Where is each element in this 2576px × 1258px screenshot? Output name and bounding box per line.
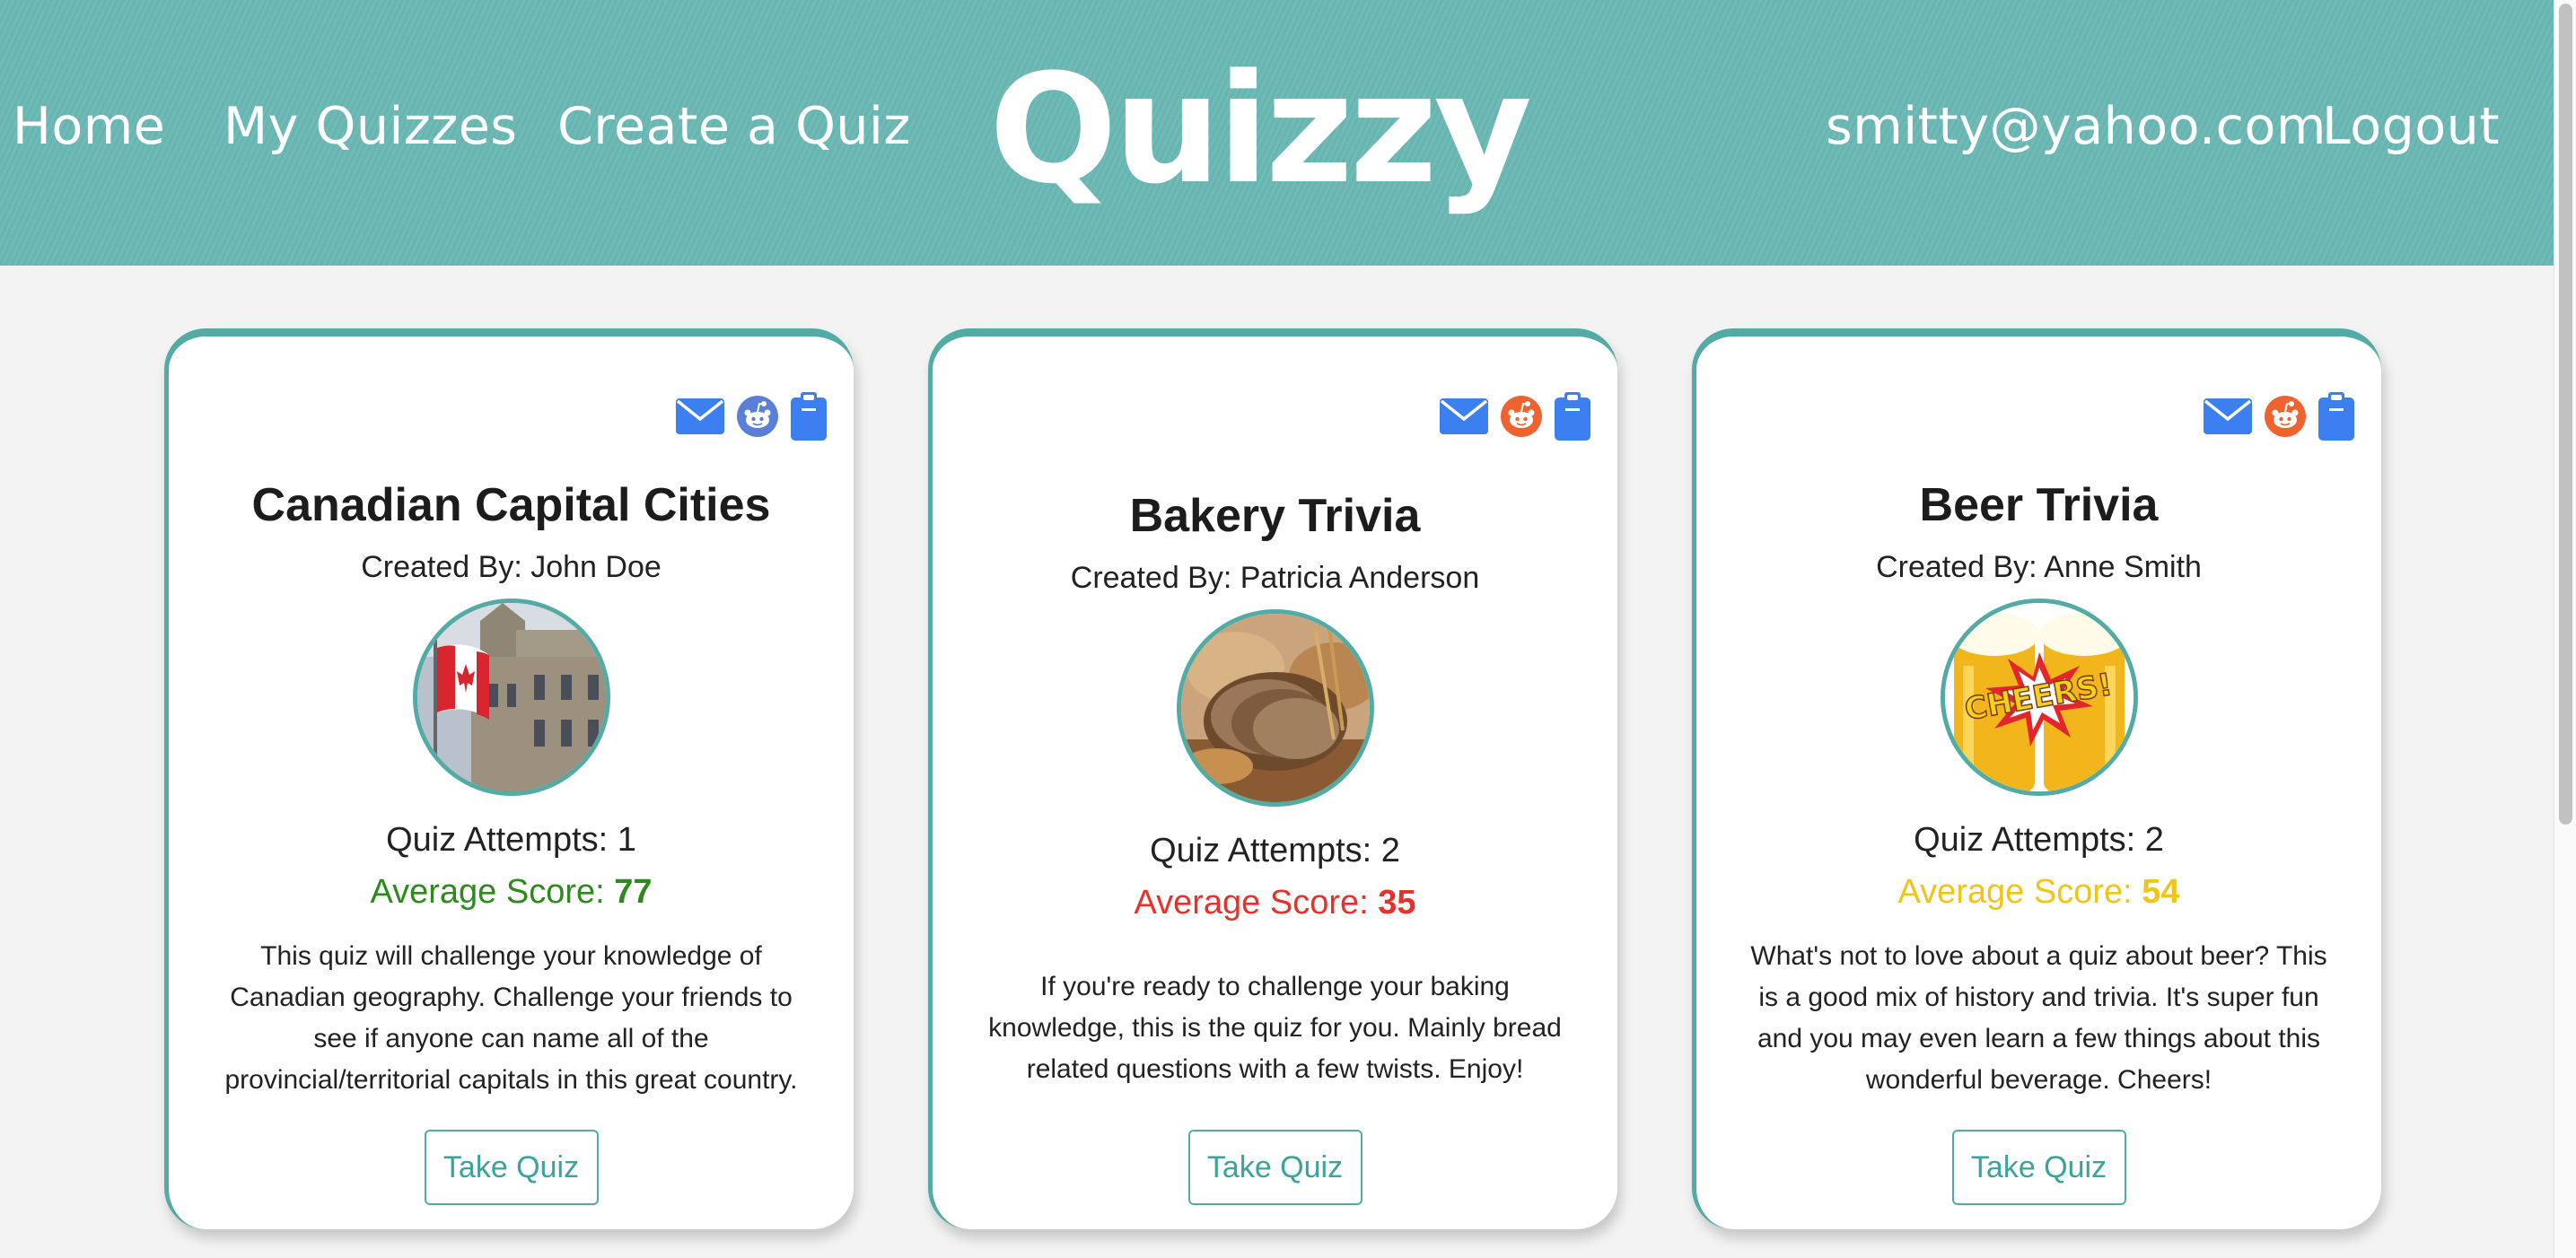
quiz-card: Canadian Capital Cities Created By: John… xyxy=(164,328,854,1229)
email-share-icon[interactable] xyxy=(2204,398,2252,434)
average-score-value: 35 xyxy=(1378,884,1416,922)
quiz-attempts: Quiz Attempts: 1 xyxy=(386,821,636,859)
reddit-share-icon[interactable] xyxy=(1501,396,1542,437)
quiz-image xyxy=(412,598,610,796)
clipboard-copy-icon[interactable] xyxy=(1555,392,1590,441)
quiz-description: What's not to love about a quiz about be… xyxy=(1750,941,2327,1095)
nav-home-link[interactable]: Home xyxy=(13,93,165,160)
quiz-card: Beer Trivia Created By: Anne Smith CHEER… xyxy=(1692,328,2381,1229)
user-email-link[interactable]: smitty@yahoo.com xyxy=(1826,93,2326,160)
nav-create-quiz-link[interactable]: Create a Quiz xyxy=(557,93,911,160)
reddit-share-icon[interactable] xyxy=(2265,396,2306,437)
quiz-image: CHEERS! xyxy=(1940,598,2138,796)
quiz-attempts: Quiz Attempts: 2 xyxy=(1914,821,2164,859)
bread-loaf-image xyxy=(1180,614,1370,802)
take-quiz-button[interactable]: Take Quiz xyxy=(1187,1130,1362,1205)
logo[interactable]: Quizzy xyxy=(989,48,1532,210)
quiz-attempts: Quiz Attempts: 2 xyxy=(1150,832,1400,869)
average-score-label: Average Score: xyxy=(1134,884,1379,922)
average-score-label: Average Score: xyxy=(370,873,615,911)
quiz-title: Canadian Capital Cities xyxy=(251,479,771,531)
parliament-flag-image xyxy=(416,603,606,791)
share-icons xyxy=(1440,392,1590,441)
quiz-creator: Created By: Anne Smith xyxy=(1876,550,2202,584)
share-icons xyxy=(2204,392,2354,441)
quiz-image xyxy=(1176,609,1374,807)
quiz-creator: Created By: Patricia Anderson xyxy=(1070,561,1480,595)
quiz-description: If you're ready to challenge your baking… xyxy=(988,972,1562,1084)
take-quiz-button[interactable]: Take Quiz xyxy=(424,1130,599,1205)
quiz-description: This quiz will challenge your knowledge … xyxy=(224,941,798,1095)
share-icons xyxy=(676,392,827,441)
header: Home My Quizzes Create a Quiz Quizzy smi… xyxy=(0,0,2554,266)
average-score-value: 77 xyxy=(614,873,653,911)
take-quiz-button[interactable]: Take Quiz xyxy=(1951,1130,2126,1205)
reddit-share-icon[interactable] xyxy=(737,396,778,437)
average-score: Average Score: 77 xyxy=(169,873,854,912)
nav-my-quizzes-link[interactable]: My Quizzes xyxy=(223,93,517,160)
quiz-title: Bakery Trivia xyxy=(1129,490,1421,542)
clipboard-copy-icon[interactable] xyxy=(791,392,827,441)
average-score-label: Average Score: xyxy=(1897,873,2142,911)
quiz-card: Bakery Trivia Created By: Patricia Ander… xyxy=(928,328,1617,1229)
scrollbar-thumb[interactable] xyxy=(2559,4,2572,825)
logout-link[interactable]: Logout xyxy=(2322,93,2500,160)
quiz-creator: Created By: John Doe xyxy=(361,550,662,584)
cheers-beer-image: CHEERS! xyxy=(1944,603,2134,791)
page: Home My Quizzes Create a Quiz Quizzy smi… xyxy=(0,0,2576,1258)
quiz-title: Beer Trivia xyxy=(1919,479,2159,531)
email-share-icon[interactable] xyxy=(676,398,724,434)
average-score: Average Score: 54 xyxy=(1696,873,2381,912)
page-scrollbar[interactable] xyxy=(2554,0,2576,1258)
average-score: Average Score: 35 xyxy=(933,884,1617,922)
email-share-icon[interactable] xyxy=(1440,398,1488,434)
clipboard-copy-icon[interactable] xyxy=(2318,392,2354,441)
average-score-value: 54 xyxy=(2142,873,2180,911)
